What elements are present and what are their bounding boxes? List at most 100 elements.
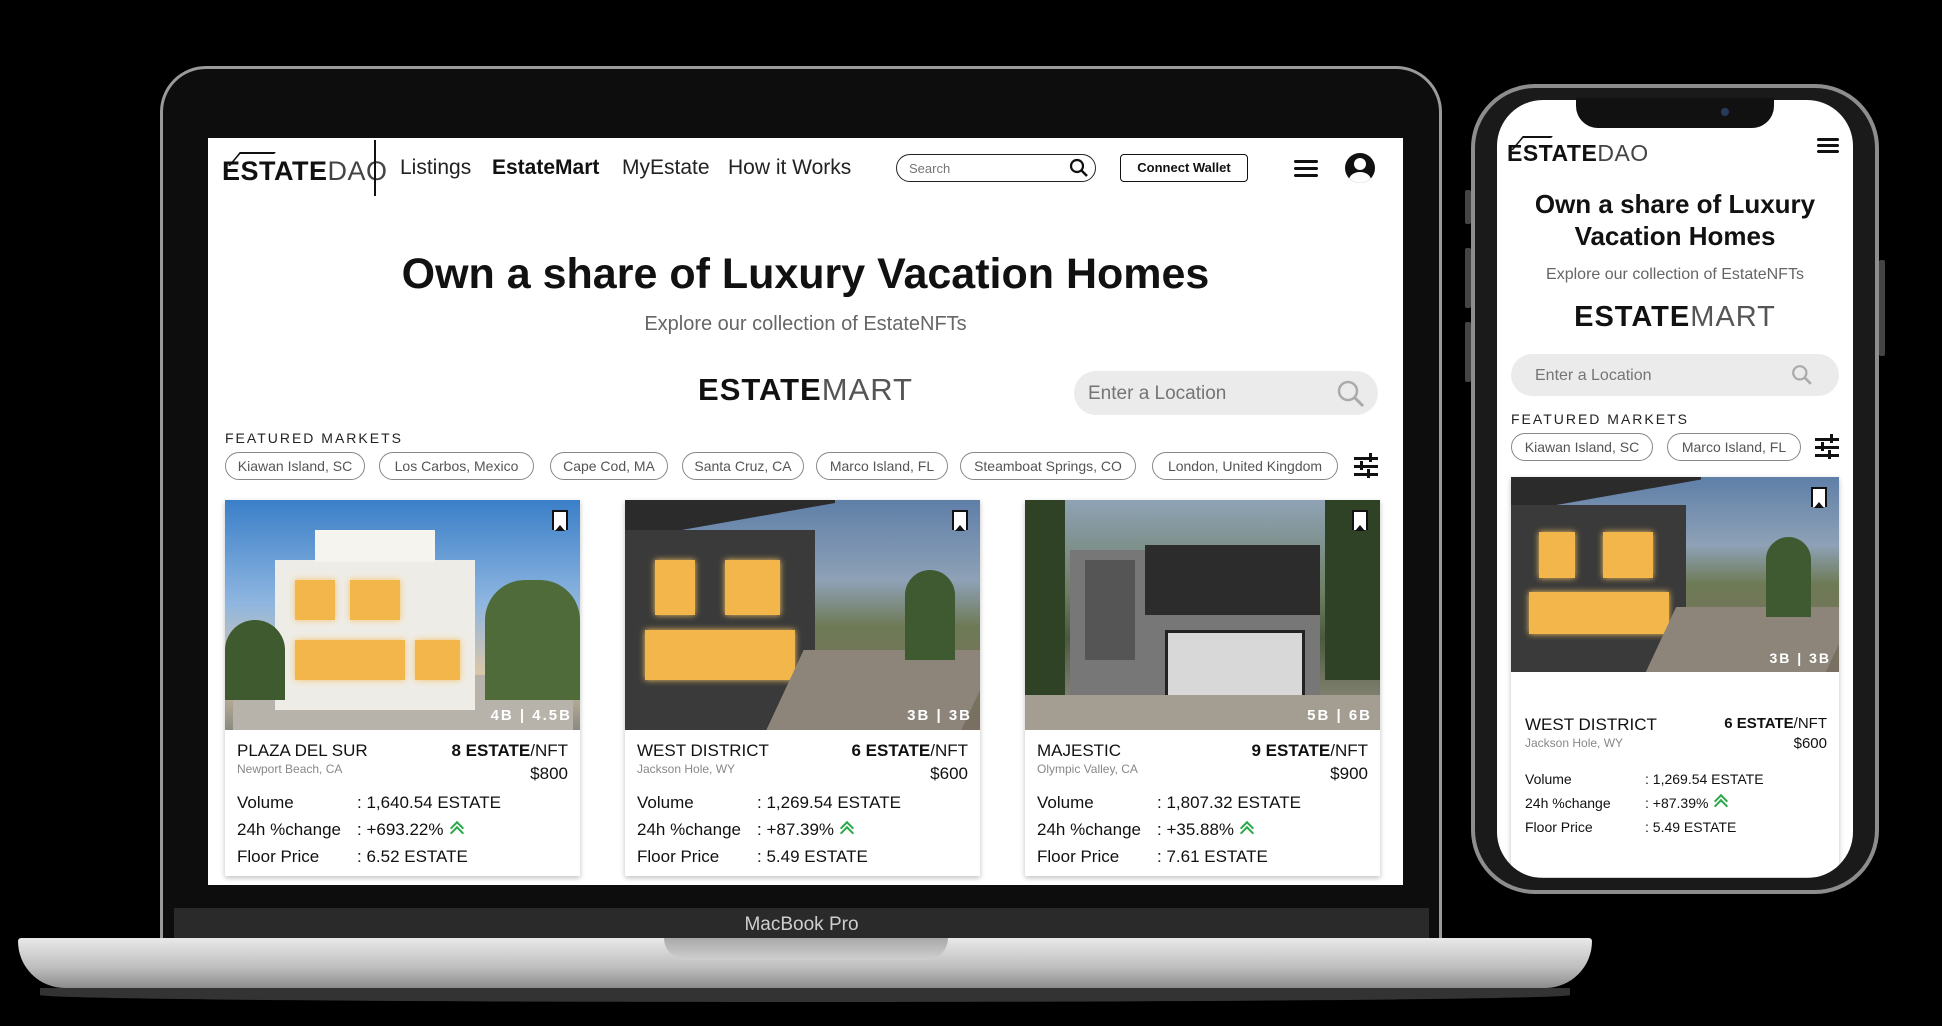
featured-markets-label: FEATURED MARKETS: [1511, 411, 1689, 427]
listing-name[interactable]: PLAZA DEL SUR: [237, 741, 368, 761]
beds-baths-badge: 5B | 6B: [1307, 707, 1372, 724]
stat-label-volume: Volume: [1037, 793, 1094, 812]
listing-usd-price: $600: [1793, 735, 1827, 752]
stat-floor: : 5.49 ESTATE: [757, 847, 868, 866]
stat-label-change: 24h %change: [1525, 795, 1611, 811]
stat-volume: : 1,269.54 ESTATE: [757, 793, 901, 812]
listing-card[interactable]: 4B | 4.5B PLAZA DEL SUR Newport Beach, C…: [225, 500, 580, 876]
featured-markets-label: FEATURED MARKETS: [225, 430, 403, 446]
listing-photo[interactable]: 4B | 4.5B: [225, 500, 580, 730]
market-chip[interactable]: Santa Cruz, CA: [682, 452, 804, 480]
hero-subtitle: Explore our collection of EstateNFTs: [1546, 266, 1804, 283]
market-chip[interactable]: Steamboat Springs, CO: [960, 452, 1136, 480]
laptop-shadow: [40, 988, 1570, 1002]
phone-side-button: [1465, 248, 1471, 308]
stat-label-change: 24h %change: [1037, 820, 1141, 839]
stat-change: : +87.39%: [757, 820, 854, 840]
device-label: MacBook Pro: [744, 914, 859, 935]
search-input[interactable]: [907, 160, 1061, 177]
location-input[interactable]: [1533, 366, 1777, 386]
stat-label-volume: Volume: [237, 793, 294, 812]
stat-label-volume: Volume: [637, 793, 694, 812]
listing-card[interactable]: 3B | 3B WEST DISTRICT Jackson Hole, WY 6…: [625, 500, 980, 876]
brand-light: DAO: [327, 156, 388, 186]
phone-side-button: [1465, 190, 1471, 224]
beds-baths-badge: 4B | 4.5B: [490, 707, 572, 724]
location-search[interactable]: [1511, 354, 1839, 396]
listing-name[interactable]: WEST DISTRICT: [1525, 715, 1657, 735]
nav-link-how-it-works[interactable]: How it Works: [728, 156, 851, 180]
stat-floor: : 5.49 ESTATE: [1645, 819, 1737, 835]
stat-floor: : 6.52 ESTATE: [357, 847, 468, 866]
location-input[interactable]: [1086, 382, 1330, 406]
stat-label-change: 24h %change: [637, 820, 741, 839]
market-chip[interactable]: London, United Kingdom: [1152, 452, 1338, 480]
market-chip[interactable]: Kiawan Island, SC: [1511, 433, 1653, 461]
market-chip[interactable]: Marco Island, FL: [1667, 433, 1801, 461]
listing-card[interactable]: 3B | 3B WEST DISTRICT Jackson Hole, WY 6…: [1511, 477, 1839, 877]
stat-change: : +35.88%: [1157, 820, 1254, 840]
listing-name[interactable]: WEST DISTRICT: [637, 741, 769, 761]
nav-link-listings[interactable]: Listings: [400, 156, 471, 180]
nav-link-estatemart[interactable]: EstateMart: [492, 156, 599, 180]
listing-usd-price: $900: [1330, 764, 1368, 783]
location-search[interactable]: [1074, 371, 1378, 415]
market-chip[interactable]: Marco Island, FL: [816, 452, 948, 480]
laptop-bezel: MacBook Pro: [174, 908, 1429, 942]
listing-card[interactable]: 5B | 6B MAJESTIC Olympic Valley, CA 9 ES…: [1025, 500, 1380, 876]
market-chip[interactable]: Kiawan Island, SC: [225, 452, 365, 480]
stat-label-volume: Volume: [1525, 771, 1572, 787]
market-chip[interactable]: Cape Cod, MA: [550, 452, 668, 480]
search-icon[interactable]: [1336, 379, 1366, 409]
hero-title: Own a share of Luxury Vacation Homes: [401, 250, 1210, 298]
nav-link-myestate[interactable]: MyEstate: [622, 156, 710, 180]
desktop-screen: ESTATEDAO Listings EstateMart MyEstate H…: [208, 138, 1403, 885]
estatemart-logo: ESTATEMART: [1574, 301, 1776, 333]
search-icon[interactable]: [1791, 364, 1813, 386]
stat-label-floor: Floor Price: [637, 847, 720, 866]
trend-up-icon: [1714, 795, 1728, 809]
phone-side-button: [1465, 322, 1471, 382]
brand-logo[interactable]: ESTATEDAO: [222, 152, 388, 187]
navbar: ESTATEDAO Listings EstateMart MyEstate H…: [208, 138, 1403, 200]
hero-title: Own a share of Luxury Vacation Homes: [1534, 189, 1816, 251]
hamburger-icon[interactable]: [1817, 138, 1839, 154]
bookmark-icon[interactable]: [552, 510, 568, 531]
stat-label-floor: Floor Price: [1525, 819, 1593, 835]
listing-location: Jackson Hole, WY: [1525, 736, 1624, 750]
listing-photo[interactable]: 3B | 3B: [1511, 477, 1839, 672]
market-chip[interactable]: Los Carbos, Mexico: [379, 452, 534, 480]
connect-wallet-button[interactable]: Connect Wallet: [1120, 154, 1248, 182]
listing-photo[interactable]: 5B | 6B: [1025, 500, 1380, 730]
listing-name[interactable]: MAJESTIC: [1037, 741, 1121, 761]
listing-usd-price: $600: [930, 764, 968, 783]
filter-sliders-icon[interactable]: [1354, 453, 1378, 478]
bookmark-icon[interactable]: [952, 510, 968, 531]
listing-nft-price: 9 ESTATE/NFT: [1251, 741, 1369, 760]
beds-baths-badge: 3B | 3B: [1769, 650, 1831, 666]
stat-floor: : 7.61 ESTATE: [1157, 847, 1268, 866]
hamburger-icon[interactable]: [1294, 160, 1318, 178]
user-avatar-icon[interactable]: [1345, 153, 1375, 183]
stat-label-floor: Floor Price: [237, 847, 320, 866]
nav-search[interactable]: [896, 154, 1096, 182]
trend-up-icon: [1240, 822, 1254, 836]
front-camera-icon: [1721, 108, 1729, 116]
beds-baths-badge: 3B | 3B: [907, 707, 972, 724]
filter-sliders-icon[interactable]: [1815, 434, 1839, 459]
stat-label-floor: Floor Price: [1037, 847, 1120, 866]
stat-volume: : 1,807.32 ESTATE: [1157, 793, 1301, 812]
stat-volume: : 1,269.54 ESTATE: [1645, 771, 1764, 787]
listing-photo[interactable]: 3B | 3B: [625, 500, 980, 730]
phone-side-button: [1879, 260, 1885, 356]
listing-usd-price: $800: [530, 764, 568, 783]
bookmark-icon[interactable]: [1811, 487, 1827, 508]
brand-logo[interactable]: ESTATEDAO: [1507, 136, 1649, 167]
stat-label-change: 24h %change: [237, 820, 341, 839]
trend-up-icon: [840, 822, 854, 836]
bookmark-icon[interactable]: [1352, 510, 1368, 531]
nav-divider: [374, 140, 376, 196]
listing-location: Jackson Hole, WY: [637, 762, 736, 776]
search-icon[interactable]: [1069, 158, 1089, 178]
phone-notch: [1576, 98, 1774, 128]
